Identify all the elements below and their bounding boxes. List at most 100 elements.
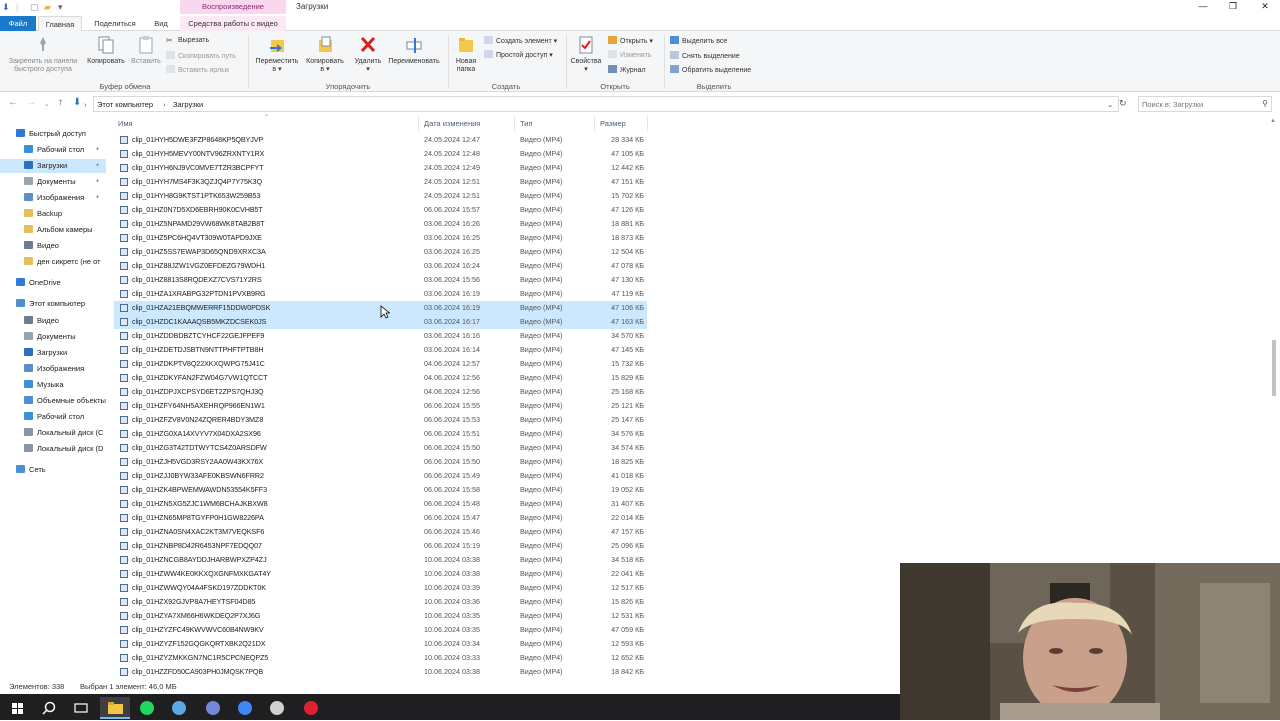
- discord-icon[interactable]: [198, 697, 228, 719]
- download-arrow-icon[interactable]: ⬇: [2, 2, 12, 12]
- paste-shortcut-button[interactable]: Вставить ярлык: [166, 65, 229, 76]
- back-arrow-icon[interactable]: ←: [8, 97, 18, 108]
- file-row[interactable]: clip_01HZG0XA14XVYV7X04DXA2SX96 06.06.202…: [114, 427, 647, 441]
- nav-item[interactable]: Загрузки: [0, 346, 106, 360]
- breadcrumb-this-pc[interactable]: Этот компьютер: [97, 100, 153, 109]
- column-header-type[interactable]: Тип: [520, 119, 533, 128]
- file-row[interactable]: clip_01HZDKPTV8Q22XKXQWPG75J41C 04.06.202…: [114, 357, 647, 371]
- file-row[interactable]: clip_01HZYZFC49KWVWVC60B4NW9KV 10.06.2024…: [114, 623, 647, 637]
- nav-item[interactable]: Backup: [0, 207, 106, 221]
- easy-access-button[interactable]: Простой доступ ▾: [484, 50, 553, 61]
- file-row[interactable]: clip_01HZYZF152GQGKQRTXBK2Q21DX 10.06.202…: [114, 637, 647, 651]
- file-row[interactable]: clip_01HYH6NJ9VC0MVE7TZR3BCPFYT 24.05.202…: [114, 161, 647, 175]
- nav-item[interactable]: Документы ✦: [0, 175, 106, 189]
- refresh-icon[interactable]: ↻: [1119, 98, 1127, 109]
- properties-button[interactable]: Свойства ▾: [568, 35, 604, 74]
- file-row[interactable]: clip_01HZWW4KE0KKXQXGNFMXKGAT4Y 10.06.202…: [114, 567, 647, 581]
- column-divider[interactable]: [418, 116, 419, 131]
- nav-item[interactable]: Альбом камеры: [0, 223, 106, 237]
- file-row[interactable]: clip_01HZ0N7D5XD6EBRH90K0CVHB5T 06.06.202…: [114, 203, 647, 217]
- maximize-button[interactable]: ❐: [1218, 0, 1248, 14]
- nav-item[interactable]: Сеть: [0, 463, 106, 477]
- nav-item[interactable]: Быстрый доступ: [0, 127, 106, 141]
- file-row[interactable]: clip_01HZN5XG5ZJC1WM6BCHAJKBXW8 06.06.202…: [114, 497, 647, 511]
- scroll-up-icon[interactable]: ▲: [1270, 118, 1276, 124]
- new-folder-button[interactable]: Новая папка: [450, 35, 482, 74]
- nav-item[interactable]: Документы: [0, 330, 106, 344]
- column-header-size[interactable]: Размер: [600, 119, 626, 128]
- file-row[interactable]: clip_01HZK4BPWEMWAWDN53554K5FF3 06.06.202…: [114, 483, 647, 497]
- file-row[interactable]: clip_01HZFY64NH5AXEHRQP966EN1W1 06.06.202…: [114, 399, 647, 413]
- file-row[interactable]: clip_01HZJH5VGD3RSY2AA0W43KX76X 06.06.202…: [114, 455, 647, 469]
- rename-button[interactable]: Переименовать: [384, 35, 444, 66]
- nav-item[interactable]: ден сикретс (не от: [0, 255, 106, 269]
- breadcrumb-downloads[interactable]: Загрузки: [173, 100, 203, 109]
- properties-icon[interactable]: ▢: [30, 2, 40, 12]
- delete-button[interactable]: Удалить ▾: [350, 35, 386, 74]
- tab-video-tools[interactable]: Средства работы с видео: [180, 16, 286, 31]
- file-row[interactable]: clip_01HZ5NPAMD29VW68WK8TAB2B8T 03.06.202…: [114, 217, 647, 231]
- new-item-button[interactable]: Создать элемент ▾: [484, 36, 557, 47]
- file-row[interactable]: clip_01HYH5MEVY00NTV96ZRXNTY1RX 24.05.202…: [114, 147, 647, 161]
- nav-item[interactable]: Видео: [0, 314, 106, 328]
- nav-item[interactable]: Изображения: [0, 362, 106, 376]
- file-row[interactable]: clip_01HZ88JZW1VGZ0EFDEZG79WDH1 03.06.202…: [114, 259, 647, 273]
- search-icon[interactable]: [34, 697, 64, 719]
- breadcrumb-chevron-icon[interactable]: ›: [84, 100, 87, 109]
- nav-item[interactable]: Локальный диск (D: [0, 442, 106, 456]
- file-row[interactable]: clip_01HZX92GJVP8A7HEYTSF04D85 10.06.2024…: [114, 595, 647, 609]
- file-row[interactable]: clip_01HZNA0SN4XAC2KT3M7VEQKSF6 06.06.202…: [114, 525, 647, 539]
- search-box[interactable]: ⚲: [1138, 96, 1272, 112]
- nav-item[interactable]: OneDrive: [0, 276, 106, 290]
- history-button[interactable]: Журнал: [608, 65, 646, 76]
- start-icon[interactable]: [2, 697, 32, 719]
- spotify-icon[interactable]: [132, 697, 162, 719]
- nav-item[interactable]: Рабочий стол ✦: [0, 143, 106, 157]
- column-divider[interactable]: [514, 116, 515, 131]
- file-row[interactable]: clip_01HZNBP8D42R6453NPF7EDQQ07 06.06.202…: [114, 539, 647, 553]
- nav-item[interactable]: Объемные объекты: [0, 394, 106, 408]
- file-row[interactable]: clip_01HZDETDJSBTN9NTTPHFTPTB8H 03.06.202…: [114, 343, 647, 357]
- file-row[interactable]: clip_01HZFZV8V0N24ZQRER4BDY3MZ8 06.06.202…: [114, 413, 647, 427]
- file-row[interactable]: clip_01HZDPJXCPSYD6ET2ZPS7QHJ3Q 04.06.202…: [114, 385, 647, 399]
- forward-arrow-icon[interactable]: →: [26, 97, 36, 108]
- file-row[interactable]: clip_01HZJJ0BYW33AFE0KBSWN6FRR2 06.06.202…: [114, 469, 647, 483]
- pin-quick-access-button[interactable]: Закрепить на панели быстрого доступа: [4, 35, 82, 74]
- chevron-down-icon[interactable]: ▾: [58, 2, 68, 12]
- nav-item[interactable]: Локальный диск (C: [0, 426, 106, 440]
- file-row[interactable]: clip_01HZZFD50CA903PH0JMQSK7PQB 10.06.202…: [114, 665, 647, 679]
- nav-item[interactable]: Видео: [0, 239, 106, 253]
- up-arrow-icon[interactable]: ↑: [58, 97, 63, 108]
- nav-item[interactable]: Рабочий стол: [0, 410, 106, 424]
- file-row[interactable]: clip_01HYH7MS4F3K3QZJQ4P7Y75K3Q 24.05.202…: [114, 175, 647, 189]
- edit-button[interactable]: Изменить: [608, 50, 652, 61]
- recent-dropdown-icon[interactable]: ⌄: [44, 100, 50, 108]
- open-button[interactable]: Открыть ▾: [608, 36, 653, 47]
- file-row[interactable]: clip_01HZDKYFAN2FZW04G7VW1QTCCT 04.06.202…: [114, 371, 647, 385]
- tab-home[interactable]: Главная: [38, 16, 82, 31]
- copy-to-button[interactable]: Копировать в ▾: [302, 35, 348, 74]
- task-view-icon[interactable]: [66, 697, 96, 719]
- file-row[interactable]: clip_01HZWWQY04A4FSKD197ZDDKT0K 10.06.202…: [114, 581, 647, 595]
- search-icon[interactable]: ⚲: [1262, 99, 1268, 108]
- address-dropdown-icon[interactable]: ⌄: [1107, 100, 1113, 109]
- tab-file[interactable]: Файл: [0, 16, 36, 31]
- tab-share[interactable]: Поделиться: [84, 16, 146, 31]
- invert-selection-button[interactable]: Обратить выделение: [670, 65, 751, 76]
- file-row[interactable]: clip_01HYH8G9KTST1PTK653W259B53 24.05.202…: [114, 189, 647, 203]
- nav-item[interactable]: Загрузки ✦: [0, 159, 106, 173]
- nav-item[interactable]: Этот компьютер: [0, 297, 106, 311]
- select-all-button[interactable]: Выделить все: [670, 36, 727, 47]
- column-divider[interactable]: [594, 116, 595, 131]
- file-row[interactable]: clip_01HZDDBDBZTCYHCF22GEJFPEF9 03.06.202…: [114, 329, 647, 343]
- file-row[interactable]: clip_01HYH5DWE3FZP8648KP5QBYJVP 24.05.202…: [114, 133, 647, 147]
- move-to-button[interactable]: Переместить в ▾: [252, 35, 302, 74]
- opera-icon[interactable]: [296, 697, 326, 719]
- search-input[interactable]: [1142, 99, 1256, 110]
- telegram-icon[interactable]: [164, 697, 194, 719]
- column-header-name[interactable]: Имя: [118, 119, 133, 128]
- obs-icon[interactable]: [262, 697, 292, 719]
- scrollbar-thumb[interactable]: [1272, 340, 1276, 396]
- tab-view[interactable]: Вид: [148, 16, 174, 31]
- column-header-date[interactable]: Дата изменения: [424, 119, 480, 128]
